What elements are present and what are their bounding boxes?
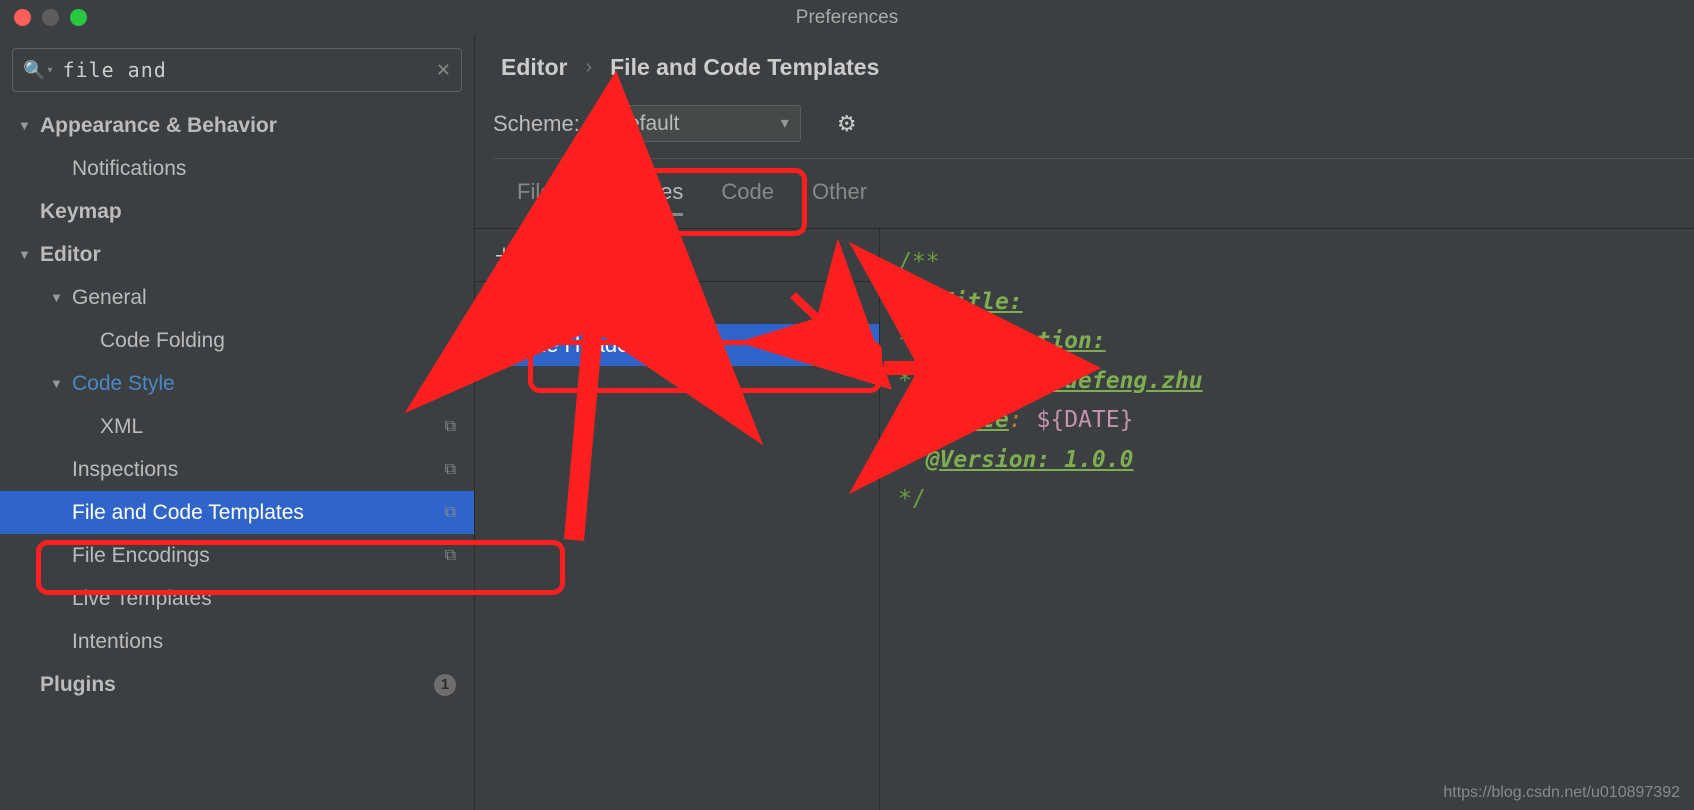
add-button[interactable]: ＋ — [493, 239, 515, 271]
tab-code[interactable]: Code — [721, 179, 774, 216]
badge: 1 — [434, 674, 456, 696]
template-editor[interactable]: /** * @Title: * @Description: * @Author:… — [880, 229, 1694, 810]
sidebar-item[interactable]: File and Code Templates⧉ — [0, 491, 474, 534]
minimize-icon[interactable] — [42, 9, 59, 26]
template-list-pane: ＋ － ⧉ ↶ File HeaderFile Header — [475, 229, 880, 810]
clear-icon[interactable]: ✕ — [436, 60, 451, 81]
copy-button[interactable]: ⧉ — [597, 242, 613, 268]
breadcrumb: Editor › File and Code Templates — [475, 36, 1694, 99]
copy-icon: ⧉ — [445, 547, 456, 565]
file-icon — [489, 294, 511, 312]
sidebar-item[interactable]: Live Templates — [0, 577, 474, 620]
copy-icon: ⧉ — [445, 461, 456, 479]
chevron-down-icon[interactable]: ▾ — [47, 65, 52, 76]
titlebar: Preferences — [0, 0, 1694, 36]
file-icon — [489, 336, 511, 354]
maximize-icon[interactable] — [70, 9, 87, 26]
scheme-row: Scheme: Default ⚙ — [475, 99, 1694, 158]
sidebar-item[interactable]: ▼Code Style⧉ — [0, 362, 474, 405]
breadcrumb-root[interactable]: Editor — [501, 54, 567, 81]
scheme-label: Scheme: — [493, 111, 580, 137]
window-title: Preferences — [796, 7, 898, 29]
tab-includes[interactable]: Includes — [601, 179, 683, 216]
sidebar: 🔍 ▾ ✕ ▼Appearance & BehaviorNotification… — [0, 36, 475, 810]
chevron-right-icon: › — [585, 56, 592, 79]
copy-icon: ⧉ — [445, 504, 456, 522]
list-toolbar: ＋ － ⧉ ↶ — [475, 229, 879, 282]
sidebar-item[interactable]: ▼Appearance & Behavior — [0, 104, 474, 147]
search-box[interactable]: 🔍 ▾ ✕ — [12, 48, 462, 92]
tab-other[interactable]: Other — [812, 179, 867, 216]
sidebar-item[interactable]: Intentions — [0, 620, 474, 663]
sidebar-item[interactable]: Inspections⧉ — [0, 448, 474, 491]
sidebar-item[interactable]: ▼Editor — [0, 233, 474, 276]
breadcrumb-page: File and Code Templates — [610, 54, 879, 81]
list-item[interactable]: File Header — [475, 282, 879, 324]
sidebar-item[interactable]: Code Folding — [0, 319, 474, 362]
undo-button[interactable]: ↶ — [643, 242, 661, 268]
copy-icon: ⧉ — [445, 375, 456, 393]
search-input[interactable] — [56, 58, 435, 82]
content-panel: Editor › File and Code Templates Scheme:… — [475, 36, 1694, 810]
sidebar-item[interactable]: Notifications — [0, 147, 474, 190]
window-controls — [14, 9, 87, 26]
sidebar-item[interactable]: File Encodings⧉ — [0, 534, 474, 577]
list-item[interactable]: File Header — [475, 324, 879, 366]
watermark: https://blog.csdn.net/u010897392 — [1443, 784, 1680, 802]
close-icon[interactable] — [14, 9, 31, 26]
sidebar-item[interactable]: ▼General — [0, 276, 474, 319]
tab-bar: Files Includes Code Other — [475, 159, 1694, 228]
copy-icon: ⧉ — [445, 418, 456, 436]
search-icon: 🔍 — [23, 60, 45, 81]
sidebar-item[interactable]: Keymap — [0, 190, 474, 233]
remove-button[interactable]: － — [545, 239, 567, 271]
sidebar-item[interactable]: XML⧉ — [0, 405, 474, 448]
scheme-select[interactable]: Default — [598, 105, 801, 142]
tab-files[interactable]: Files — [517, 179, 563, 216]
settings-tree: ▼Appearance & BehaviorNotificationsKeyma… — [0, 104, 474, 810]
sidebar-item[interactable]: Plugins1 — [0, 663, 474, 706]
gear-icon[interactable]: ⚙ — [837, 111, 857, 137]
template-list: File HeaderFile Header — [475, 282, 879, 366]
